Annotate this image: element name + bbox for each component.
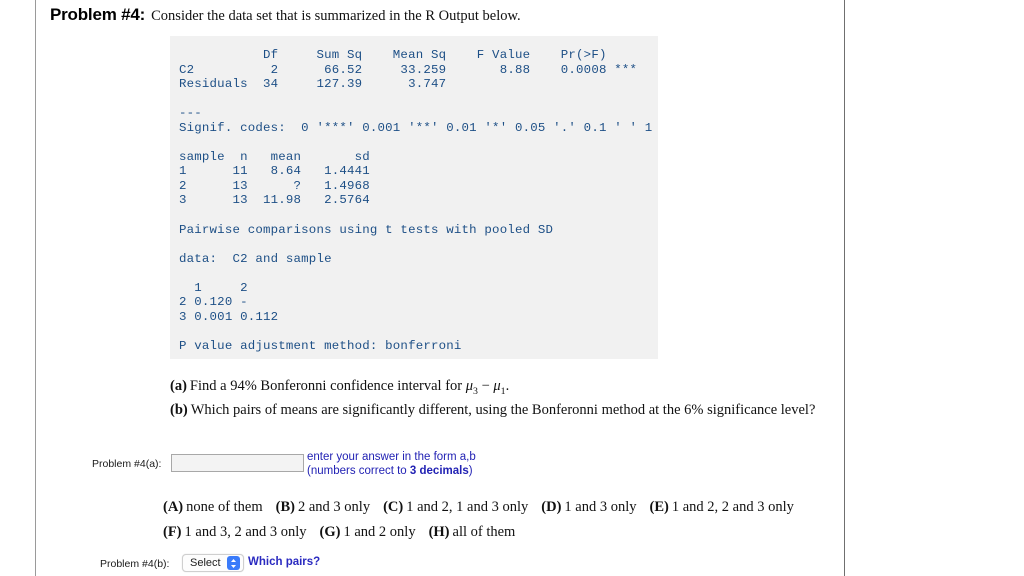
choice-e-tag: (E) [649,499,669,515]
mu-symbol-1: μ [465,378,474,394]
choice-e[interactable]: (E) 1 and 2, 2 and 3 only [650,499,794,515]
choice-h[interactable]: (H) all of them [429,524,516,540]
mu-symbol-2: μ [493,378,501,394]
problem-page: Problem #4: Consider the data set that is… [0,0,1024,576]
select-value: Select [190,557,221,569]
question-part-b: (b) Which pairs of means are significantl… [170,402,815,419]
which-pairs-link[interactable]: Which pairs? [248,556,320,568]
question-part-a: (a) Find a 94% Bonferonni confidence inte… [170,378,509,397]
answer-b-label: Problem #4(b): [100,558,170,570]
choice-d[interactable]: (D) 1 and 3 only [541,499,636,515]
answer-a-hint: enter your answer in the form a,b (numbe… [307,451,476,478]
choice-c-tag: (C) [383,499,404,515]
mu-one: μ1 [493,378,505,397]
page-title: Problem #4: [50,5,146,24]
choice-g[interactable]: (G) 1 and 2 only [320,524,416,540]
question-b-text: Which pairs of means are significantly d… [190,402,816,418]
question-a-text-after: . [505,378,510,394]
answer-a-hint-line1: enter your answer in the form a,b [307,451,476,463]
answer-a-label: Problem #4(a): [92,458,162,470]
hint-decimals: 3 decimals [409,464,469,477]
question-b-tag: (b) [170,402,188,418]
minus-sign: − [477,378,494,394]
answer-row-a: Problem #4(a): enter your answer in the … [92,451,512,480]
choice-c[interactable]: (C) 1 and 2, 1 and 3 only [383,499,528,515]
choices-row-1: (A) none of them (B) 2 and 3 only (C) 1 and 2… [163,499,794,516]
problem-header: Problem #4: Consider the data set that is… [50,5,830,25]
problem-statement: Consider the data set that is summarized… [151,8,521,24]
r-output-text: Df Sum Sq Mean Sq F Value Pr(>F) C2 2 66… [179,48,653,353]
mu-three: μ3 [465,378,478,397]
choice-h-tag: (H) [428,524,450,540]
question-a-tag: (a) [170,378,187,394]
choice-a-tag: (A) [163,499,184,515]
choice-h-text: all of them [452,524,516,540]
choice-f-text: 1 and 3, 2 and 3 only [184,524,307,540]
r-output-block: Df Sum Sq Mean Sq F Value Pr(>F) C2 2 66… [170,36,658,359]
choice-b-tag: (B) [275,499,295,515]
choice-c-text: 1 and 2, 1 and 3 only [406,499,529,515]
question-a-text-before: Find a 94% Bonferonni confidence interva… [189,378,466,394]
choice-b[interactable]: (B) 2 and 3 only [276,499,370,515]
choice-a[interactable]: (A) none of them [163,499,263,515]
choices-row-2: (F) 1 and 3, 2 and 3 only (G) 1 and 2 only(… [163,524,515,541]
choice-b-text: 2 and 3 only [298,499,371,515]
hint-prefix: (numbers correct to [307,464,410,477]
which-pairs-select[interactable]: Select [182,554,244,572]
answer-a-hint-line2: (numbers correct to 3 decimals) [307,465,476,479]
choice-d-text: 1 and 3 only [564,499,637,515]
choice-g-tag: (G) [319,524,341,540]
chevron-up-down-icon [226,556,240,570]
choice-e-text: 1 and 2, 2 and 3 only [671,499,794,515]
choice-d-tag: (D) [541,499,562,515]
hint-suffix: ) [468,464,473,477]
choice-a-text: none of them [186,499,263,515]
answer-a-input[interactable] [171,454,304,472]
choice-f-tag: (F) [163,524,182,540]
choice-g-text: 1 and 2 only [343,524,416,540]
choice-f[interactable]: (F) 1 and 3, 2 and 3 only [163,524,307,540]
